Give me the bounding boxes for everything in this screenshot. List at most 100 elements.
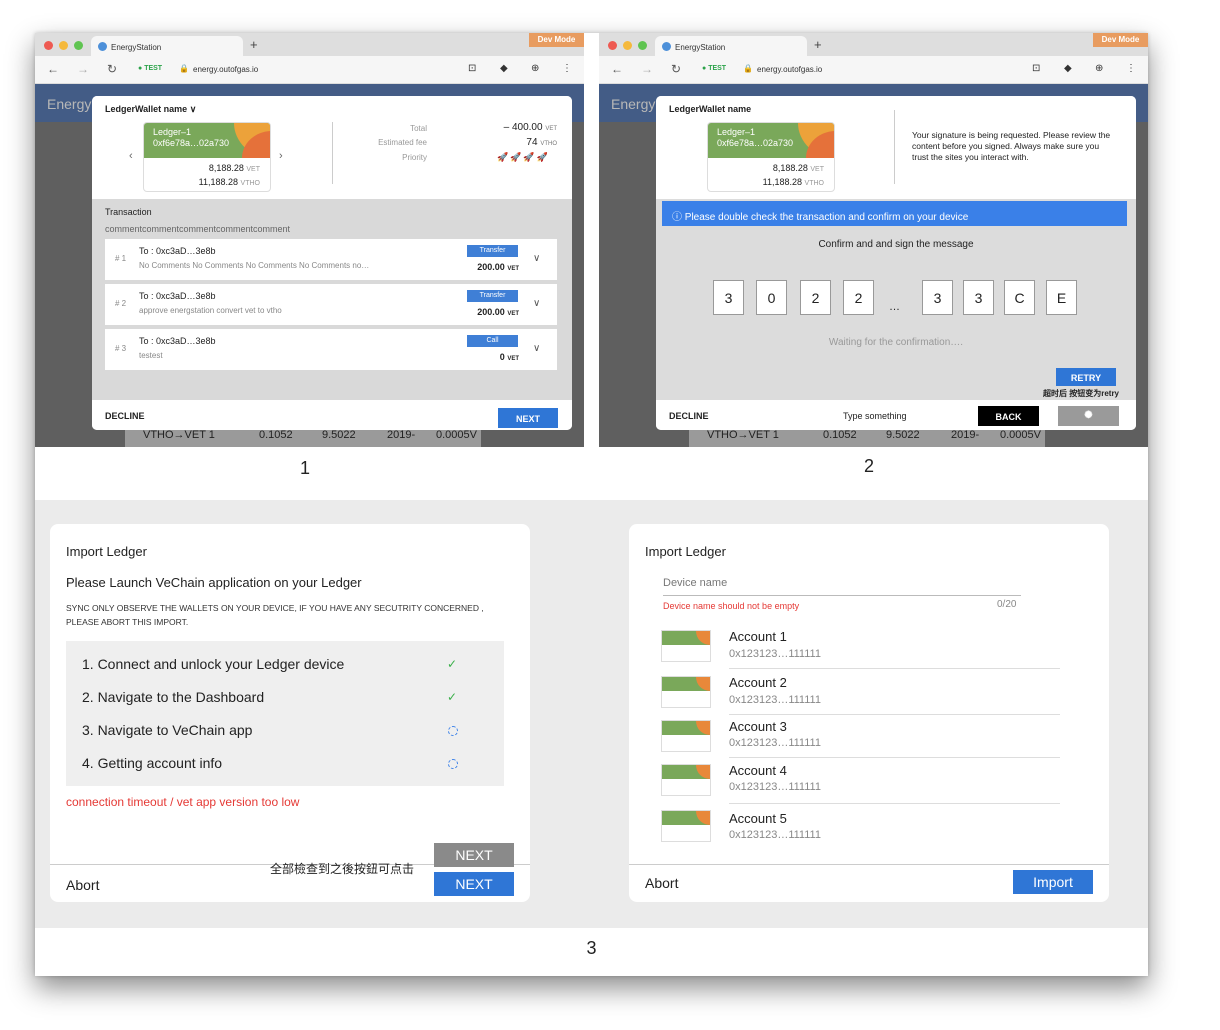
code-digit: 3 [713,280,744,315]
wallet-selector[interactable]: LedgerWallet name ∨ [105,104,196,115]
total-label: Total [410,124,427,133]
minimize-dot[interactable] [623,41,632,50]
back-arrow-icon[interactable]: ← [611,62,623,76]
abort-button[interactable]: Abort [645,875,678,891]
close-dot[interactable] [608,41,617,50]
import-ledger-accounts-panel: Import Ledger Device name Device name sh… [629,524,1109,902]
bookmark-icon[interactable]: ⊡ [1032,63,1040,74]
priority-rocket-icons[interactable]: 🚀🚀🚀🚀 [497,152,550,163]
char-counter: 0/20 [997,599,1017,610]
account-name[interactable]: Account 3 [729,719,787,734]
tab-bar: EnergyStation + Dev Mode [599,33,1148,56]
divider [729,668,1060,669]
account-address: 0x123123…111111 [729,829,821,841]
menu-dots-icon[interactable]: ⋮ [562,63,572,74]
caption-3: 3 [586,938,597,958]
back-arrow-icon[interactable]: ← [47,62,59,76]
retry-button[interactable]: RETRY [1056,368,1116,386]
url-text[interactable]: energy.outofgas.io [757,65,822,74]
maximize-dot[interactable] [74,41,83,50]
next-button[interactable]: NEXT [434,872,514,896]
prev-wallet-icon[interactable]: ‹ [129,150,133,162]
tx-desc: testest [139,351,163,360]
wallet-card-name: Ledger–1 [153,127,192,137]
tx-row[interactable]: # 1 To : 0xc3aD…3e8b No Comments No Comm… [105,239,557,280]
tx-row[interactable]: # 3 To : 0xc3aD…3e8b testest Call 0 VET … [105,329,557,370]
account-name[interactable]: Account 2 [729,675,787,690]
new-tab-icon[interactable]: + [814,37,822,52]
device-name-input[interactable]: Device name [663,577,727,589]
decline-button[interactable]: DECLINE [105,411,145,421]
test-network-tag: ● TEST [138,65,163,72]
vet-balance: 8,188.28 VET [208,163,260,173]
info-banner: ⓘ Please double check the transaction an… [662,201,1127,226]
back-button[interactable]: BACK [978,406,1039,426]
extension-icon[interactable]: ◆ [1064,63,1072,74]
wallet-card: Ledger–1 0xf6e78a…02a730 8,188.28 VET 11,… [707,122,835,192]
loading-button: ✺ [1058,406,1119,426]
tx-number: # 2 [115,299,127,308]
panel-title: Import Ledger [66,544,147,559]
import-button[interactable]: Import [1013,870,1093,894]
info-icon: ⓘ [672,212,682,223]
menu-dots-icon[interactable]: ⋮ [1126,63,1136,74]
chevron-down-icon: ∨ [189,104,197,114]
transaction-comment: commentcommentcommentcommentcomment [105,224,291,234]
account-name[interactable]: Account 5 [729,811,787,826]
tx-desc: No Comments No Comments No Comments No C… [139,261,370,270]
test-network-tag: ● TEST [702,65,727,72]
tx-type-badge: Transfer [467,245,518,257]
wallet-name: LedgerWallet name [669,104,752,114]
expand-chevron-icon[interactable]: ∨ [533,253,540,264]
priority-label: Priority [402,153,427,162]
divider [894,110,895,184]
forward-arrow-icon[interactable]: → [77,62,89,76]
lock-icon: 🔒 [179,64,189,73]
download-icon[interactable]: ⊕ [531,63,539,74]
url-text[interactable]: energy.outofgas.io [193,65,258,74]
bookmark-icon[interactable]: ⊡ [468,63,476,74]
expand-chevron-icon[interactable]: ∨ [533,343,540,354]
maximize-dot[interactable] [638,41,647,50]
tx-row[interactable]: # 2 To : 0xc3aD…3e8b approve energstatio… [105,284,557,325]
tx-amount: 200.00 VET [477,307,519,317]
reload-icon[interactable]: ↻ [107,62,117,76]
tab-title: EnergyStation [111,43,162,52]
browser-tab[interactable]: EnergyStation [91,36,243,56]
expand-chevron-icon[interactable]: ∨ [533,298,540,309]
background-table-row: VTHO→VET 1 0.1052 9.5022 2019- 0.0005V [689,427,1045,447]
minimize-dot[interactable] [59,41,68,50]
browser-window-1: EnergyStation + Dev Mode ← → ↻ ● TEST 🔒 … [35,33,584,447]
type-something-input[interactable]: Type something [843,411,907,421]
account-avatar [661,720,711,752]
account-avatar [661,676,711,708]
vtho-balance: 11,188.28 VTHO [198,177,260,187]
vtho-balance: 11,188.28 VTHO [762,177,824,187]
step-item: 1. Connect and unlock your Ledger device [82,656,345,672]
address-bar: ← → ↻ ● TEST 🔒 energy.outofgas.io ⊡ ◆ ⊕ … [35,56,584,84]
wallet-card-address: 0xf6e78a…02a730 [153,138,230,148]
download-icon[interactable]: ⊕ [1095,63,1103,74]
browser-tab[interactable]: EnergyStation [655,36,807,56]
tx-to: To : 0xc3aD…3e8b [139,336,216,346]
next-button[interactable]: NEXT [498,408,558,428]
code-ellipsis: … [889,301,900,313]
dev-mode-badge: Dev Mode [529,33,584,47]
reload-icon[interactable]: ↻ [671,62,681,76]
extension-icon[interactable]: ◆ [500,63,508,74]
close-dot[interactable] [44,41,53,50]
new-tab-icon[interactable]: + [250,37,258,52]
account-name[interactable]: Account 4 [729,763,787,778]
tab-bar: EnergyStation + Dev Mode [35,33,584,56]
abort-button[interactable]: Abort [66,877,99,893]
next-wallet-icon[interactable]: › [279,150,283,162]
account-name[interactable]: Account 1 [729,629,787,644]
vechain-icon [98,42,107,51]
address-bar: ← → ↻ ● TEST 🔒 energy.outofgas.io ⊡ ◆ ⊕ … [599,56,1148,84]
divider [729,757,1060,758]
decline-button[interactable]: DECLINE [669,411,709,421]
code-digit: E [1046,280,1077,315]
forward-arrow-icon[interactable]: → [641,62,653,76]
code-digit: 3 [963,280,994,315]
import-ledger-steps-panel: Import Ledger Please Launch VeChain appl… [50,524,530,902]
